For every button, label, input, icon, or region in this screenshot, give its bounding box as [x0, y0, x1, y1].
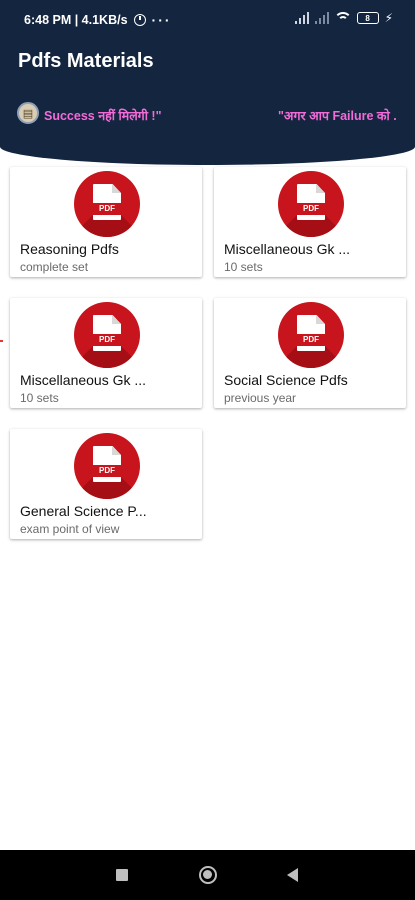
more-notifications-icon: ···: [151, 12, 172, 28]
status-time: 6:48 PM | 4.1KB/s: [24, 13, 128, 27]
edge-indicator: [0, 340, 3, 342]
pdf-card-general-science[interactable]: PDF General Science P... exam point of v…: [10, 429, 202, 539]
pdf-card-misc-gk-1[interactable]: PDF Miscellaneous Gk ... 10 sets: [214, 167, 406, 277]
alarm-icon: [133, 14, 146, 26]
signal-icon: [294, 12, 309, 24]
card-title: Reasoning Pdfs: [20, 241, 119, 257]
charging-icon: ⚡: [384, 11, 393, 25]
system-nav-bar: [0, 850, 415, 900]
signal-icon-2: [314, 12, 329, 24]
pdf-file-icon: PDF: [74, 433, 140, 499]
card-subtitle: exam point of view: [20, 522, 120, 536]
back-button[interactable]: [287, 868, 298, 882]
wifi-icon: [334, 12, 351, 24]
card-subtitle: 10 sets: [20, 391, 59, 405]
card-subtitle: 10 sets: [224, 260, 263, 274]
card-subtitle: complete set: [20, 260, 89, 274]
app-header: 6:48 PM | 4.1KB/s ··· 8 ⚡ Pdfs Materials…: [0, 0, 415, 165]
card-subtitle: previous year: [224, 391, 297, 405]
status-bar: 6:48 PM | 4.1KB/s ··· 8 ⚡: [0, 0, 415, 38]
pdf-file-icon: PDF: [74, 171, 140, 237]
battery-icon: 8: [356, 12, 379, 24]
ticker-text-left: Success नहीं मिलेगी !": [44, 109, 162, 123]
home-button[interactable]: [199, 866, 217, 884]
pdf-card-social-science[interactable]: PDF Social Science Pdfs previous year: [214, 298, 406, 408]
page-title: Pdfs Materials: [18, 50, 154, 72]
ticker-text-right: "अगर आप Failure को .: [278, 109, 397, 123]
card-title: Social Science Pdfs: [224, 372, 348, 388]
card-title: Miscellaneous Gk ...: [224, 241, 351, 257]
pdf-card-misc-gk-2[interactable]: PDF Miscellaneous Gk ... 10 sets: [10, 298, 202, 408]
card-title: Miscellaneous Gk ...: [20, 372, 147, 388]
pdf-file-icon: PDF: [278, 302, 344, 368]
marquee-ticker: ▤ Success नहीं मिलेगी !" "अगर आप Failure…: [0, 100, 415, 128]
pdf-card-reasoning[interactable]: PDF Reasoning Pdfs complete set: [10, 167, 202, 277]
book-icon: ▤: [17, 102, 39, 124]
pdf-file-icon: PDF: [278, 171, 344, 237]
pdf-file-icon: PDF: [74, 302, 140, 368]
recents-button[interactable]: [116, 869, 128, 881]
card-title: General Science P...: [20, 503, 147, 519]
